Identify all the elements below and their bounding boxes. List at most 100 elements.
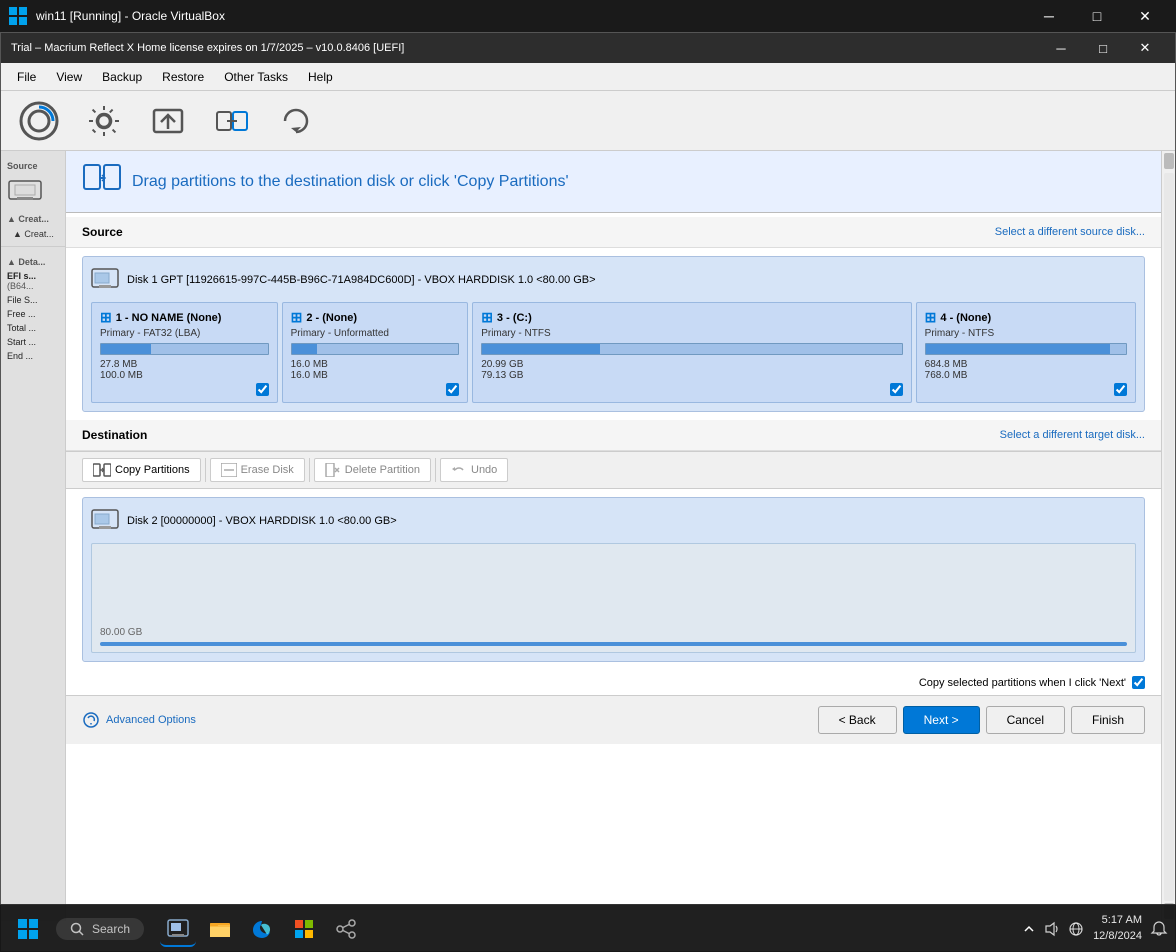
dest-progress-bar — [100, 642, 1127, 646]
taskbar: Search — [0, 904, 1176, 952]
notification-icon[interactable] — [1150, 920, 1168, 938]
select-source-link[interactable]: Select a different source disk... — [995, 226, 1145, 238]
clone-header-icon — [82, 161, 122, 202]
sidebar: Source ▲ Creat... ▲ Creat... ▲ Deta... E… — [1, 151, 66, 921]
erase-disk-button[interactable]: Erase Disk — [210, 458, 305, 482]
maximize-button[interactable]: □ — [1074, 0, 1120, 32]
partitions-row: ⊞ 1 - NO NAME (None) Primary - FAT32 (LB… — [91, 302, 1136, 403]
app-minimize-button[interactable]: ─ — [1041, 34, 1081, 62]
partition-3-bar-container — [481, 343, 902, 355]
sidebar-create-sub[interactable]: ▲ Creat... — [1, 226, 65, 242]
bottom-buttons: < Back Next > Cancel Finish — [818, 706, 1145, 734]
sys-tray — [1021, 921, 1085, 937]
clone-content: Drag partitions to the destination disk … — [66, 151, 1161, 921]
partition-1: ⊞ 1 - NO NAME (None) Primary - FAT32 (LB… — [91, 302, 278, 403]
source-section-header: Source Select a different source disk... — [66, 217, 1161, 248]
toolbar-restore-btn[interactable] — [141, 98, 195, 144]
partition-1-name: ⊞ 1 - NO NAME (None) — [100, 309, 269, 326]
partition-2: ⊞ 2 - (None) Primary - Unformatted 16.0 … — [282, 302, 469, 403]
volume-icon[interactable] — [1043, 921, 1061, 937]
dest-disk-container: Disk 2 [00000000] - VBOX HARDDISK 1.0 <8… — [82, 497, 1145, 662]
source-disk-info: Disk 1 GPT [11926615-997C-445B-B96C-71A9… — [91, 265, 1136, 294]
copy-checkbox-row: Copy selected partitions when I click 'N… — [66, 670, 1161, 695]
scrollbar-right[interactable] — [1161, 151, 1175, 921]
undo-button[interactable]: Undo — [440, 458, 508, 482]
select-dest-link[interactable]: Select a different target disk... — [1000, 429, 1145, 441]
partition-4-type: Primary - NTFS — [925, 328, 1127, 339]
dest-size-label: 80.00 GB — [100, 627, 142, 638]
partition-1-sizes: 27.8 MB 100.0 MB — [100, 359, 269, 381]
erase-disk-label: Erase Disk — [241, 464, 294, 476]
toolbar-backup-btn[interactable] — [11, 97, 67, 145]
main-layout: Source ▲ Creat... ▲ Creat... ▲ Deta... E… — [1, 151, 1175, 921]
dest-toolbar: Copy Partitions Erase Disk Del — [66, 451, 1161, 489]
next-button[interactable]: Next > — [903, 706, 980, 734]
source-disk-icon — [91, 265, 119, 294]
partition-3-checkbox[interactable] — [890, 383, 903, 396]
toolbar-refresh-btn[interactable] — [269, 98, 323, 144]
delete-partition-button[interactable]: Delete Partition — [314, 458, 431, 482]
menu-other-tasks[interactable]: Other Tasks — [214, 66, 298, 88]
copy-partitions-button[interactable]: Copy Partitions — [82, 458, 201, 482]
partition-3-bar — [482, 344, 599, 354]
network-icon[interactable] — [1067, 921, 1085, 937]
clone-title: Drag partitions to the destination disk … — [132, 173, 569, 191]
sidebar-total: Total ... — [1, 321, 65, 335]
dest-section-header: Destination Select a different target di… — [66, 420, 1161, 451]
menu-restore[interactable]: Restore — [152, 66, 214, 88]
taskbar-store[interactable] — [286, 911, 322, 947]
dest-disk-label: Disk 2 [00000000] - VBOX HARDDISK 1.0 <8… — [127, 515, 397, 527]
partition-3-name: ⊞ 3 - (C:) — [481, 309, 902, 326]
taskbar-share[interactable] — [328, 911, 364, 947]
start-button[interactable] — [8, 909, 48, 949]
delete-partition-label: Delete Partition — [345, 464, 420, 476]
cancel-button[interactable]: Cancel — [986, 706, 1065, 734]
window-titlebar: win11 [Running] - Oracle VirtualBox ─ □ … — [0, 0, 1176, 32]
menu-file[interactable]: File — [7, 66, 46, 88]
partition-1-type: Primary - FAT32 (LBA) — [100, 328, 269, 339]
back-button[interactable]: < Back — [818, 706, 897, 734]
menu-view[interactable]: View — [46, 66, 92, 88]
toolbar — [1, 91, 1175, 151]
partition-2-bar — [292, 344, 317, 354]
taskbar-virtualbox[interactable] — [160, 911, 196, 947]
taskbar-edge[interactable] — [244, 911, 280, 947]
time-display: 5:17 AM — [1093, 913, 1142, 928]
app-close-button[interactable]: ✕ — [1125, 34, 1165, 62]
toolbar-clone-btn[interactable] — [205, 98, 259, 144]
dest-disk-icon — [91, 506, 119, 535]
sidebar-file: File S... — [1, 293, 65, 307]
toolbar-gear-btn[interactable] — [77, 98, 131, 144]
partition-4-checkbox[interactable] — [1114, 383, 1127, 396]
clone-header: Drag partitions to the destination disk … — [66, 151, 1161, 213]
finish-button[interactable]: Finish — [1071, 706, 1145, 734]
copy-partitions-checkbox[interactable] — [1132, 676, 1145, 689]
partition-2-sizes: 16.0 MB 16.0 MB — [291, 359, 460, 381]
taskbar-time[interactable]: 5:17 AM 12/8/2024 — [1093, 913, 1142, 944]
taskbar-file-explorer[interactable] — [202, 911, 238, 947]
partition-2-checkbox[interactable] — [446, 383, 459, 396]
sidebar-free: Free ... — [1, 307, 65, 321]
partition-2-type: Primary - Unformatted — [291, 328, 460, 339]
partition-1-checkbox[interactable] — [256, 383, 269, 396]
copy-partitions-label: Copy Partitions — [115, 464, 190, 476]
taskbar-search[interactable]: Search — [56, 918, 144, 940]
sidebar-source-label: Source — [1, 155, 65, 173]
window-title: win11 [Running] - Oracle VirtualBox — [36, 9, 1026, 23]
app-maximize-button[interactable]: □ — [1083, 34, 1123, 62]
chevron-up-icon[interactable] — [1021, 921, 1037, 937]
menu-backup[interactable]: Backup — [92, 66, 152, 88]
sidebar-end: End ... — [1, 349, 65, 363]
app-titlebar: Trial – Macrium Reflect X Home license e… — [1, 33, 1175, 63]
date-display: 12/8/2024 — [1093, 929, 1142, 944]
minimize-button[interactable]: ─ — [1026, 0, 1072, 32]
close-button[interactable]: ✕ — [1122, 0, 1168, 32]
source-disk-label: Disk 1 GPT [11926615-997C-445B-B96C-71A9… — [127, 274, 596, 286]
partition-4-bar — [926, 344, 1110, 354]
partition-4-name: ⊞ 4 - (None) — [925, 309, 1127, 326]
search-label: Search — [92, 922, 130, 936]
partition-1-bar-container — [100, 343, 269, 355]
menu-help[interactable]: Help — [298, 66, 343, 88]
sidebar-details-label: ▲ Deta... — [1, 251, 65, 269]
advanced-options-link[interactable]: Advanced Options — [82, 711, 196, 729]
